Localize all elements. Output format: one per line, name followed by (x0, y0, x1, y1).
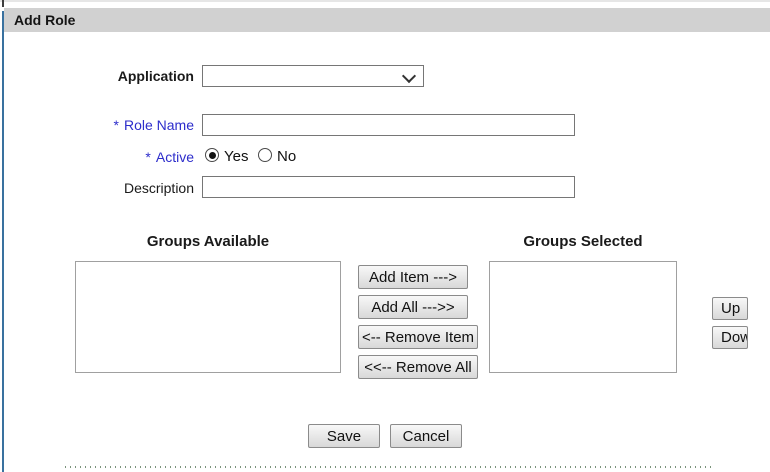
groups-selected-listbox[interactable] (489, 261, 677, 373)
description-input[interactable] (202, 176, 575, 198)
active-label-text: Active (156, 149, 194, 165)
application-select[interactable] (202, 65, 424, 87)
role-name-label-text: Role Name (124, 117, 194, 133)
active-yes-label: Yes (224, 149, 248, 165)
role-name-input[interactable] (202, 114, 575, 136)
down-button[interactable]: Down (712, 326, 748, 349)
save-button[interactable]: Save (308, 424, 380, 448)
add-item-button[interactable]: Add Item ---> (358, 265, 468, 289)
description-label: Description (4, 180, 194, 196)
active-no-label: No (277, 149, 296, 165)
required-asterisk: * (145, 149, 150, 165)
application-label: Application (4, 68, 194, 84)
page-title: Add Role (4, 8, 75, 32)
required-asterisk: * (114, 117, 119, 133)
remove-all-button[interactable]: <<-- Remove All (358, 355, 478, 379)
cancel-button[interactable]: Cancel (390, 424, 462, 448)
add-all-button[interactable]: Add All --->> (358, 295, 468, 319)
remove-item-button[interactable]: <-- Remove Item (358, 325, 478, 349)
groups-available-header: Groups Available (75, 233, 341, 250)
up-button[interactable]: Up (712, 297, 748, 320)
top-border (0, 0, 770, 2)
left-border-tick (2, 0, 4, 7)
dotted-divider (65, 466, 713, 468)
radio-dot (209, 152, 216, 159)
groups-available-listbox[interactable] (75, 261, 341, 373)
add-role-page: Add Role Application *Role Name *Active … (0, 0, 770, 472)
groups-selected-header: Groups Selected (489, 233, 677, 250)
page-header: Add Role (4, 8, 770, 32)
active-label: * Active (4, 149, 194, 165)
role-name-label: * Role Name (4, 117, 194, 133)
active-no-radio[interactable] (258, 148, 272, 162)
active-yes-radio[interactable] (205, 148, 219, 162)
